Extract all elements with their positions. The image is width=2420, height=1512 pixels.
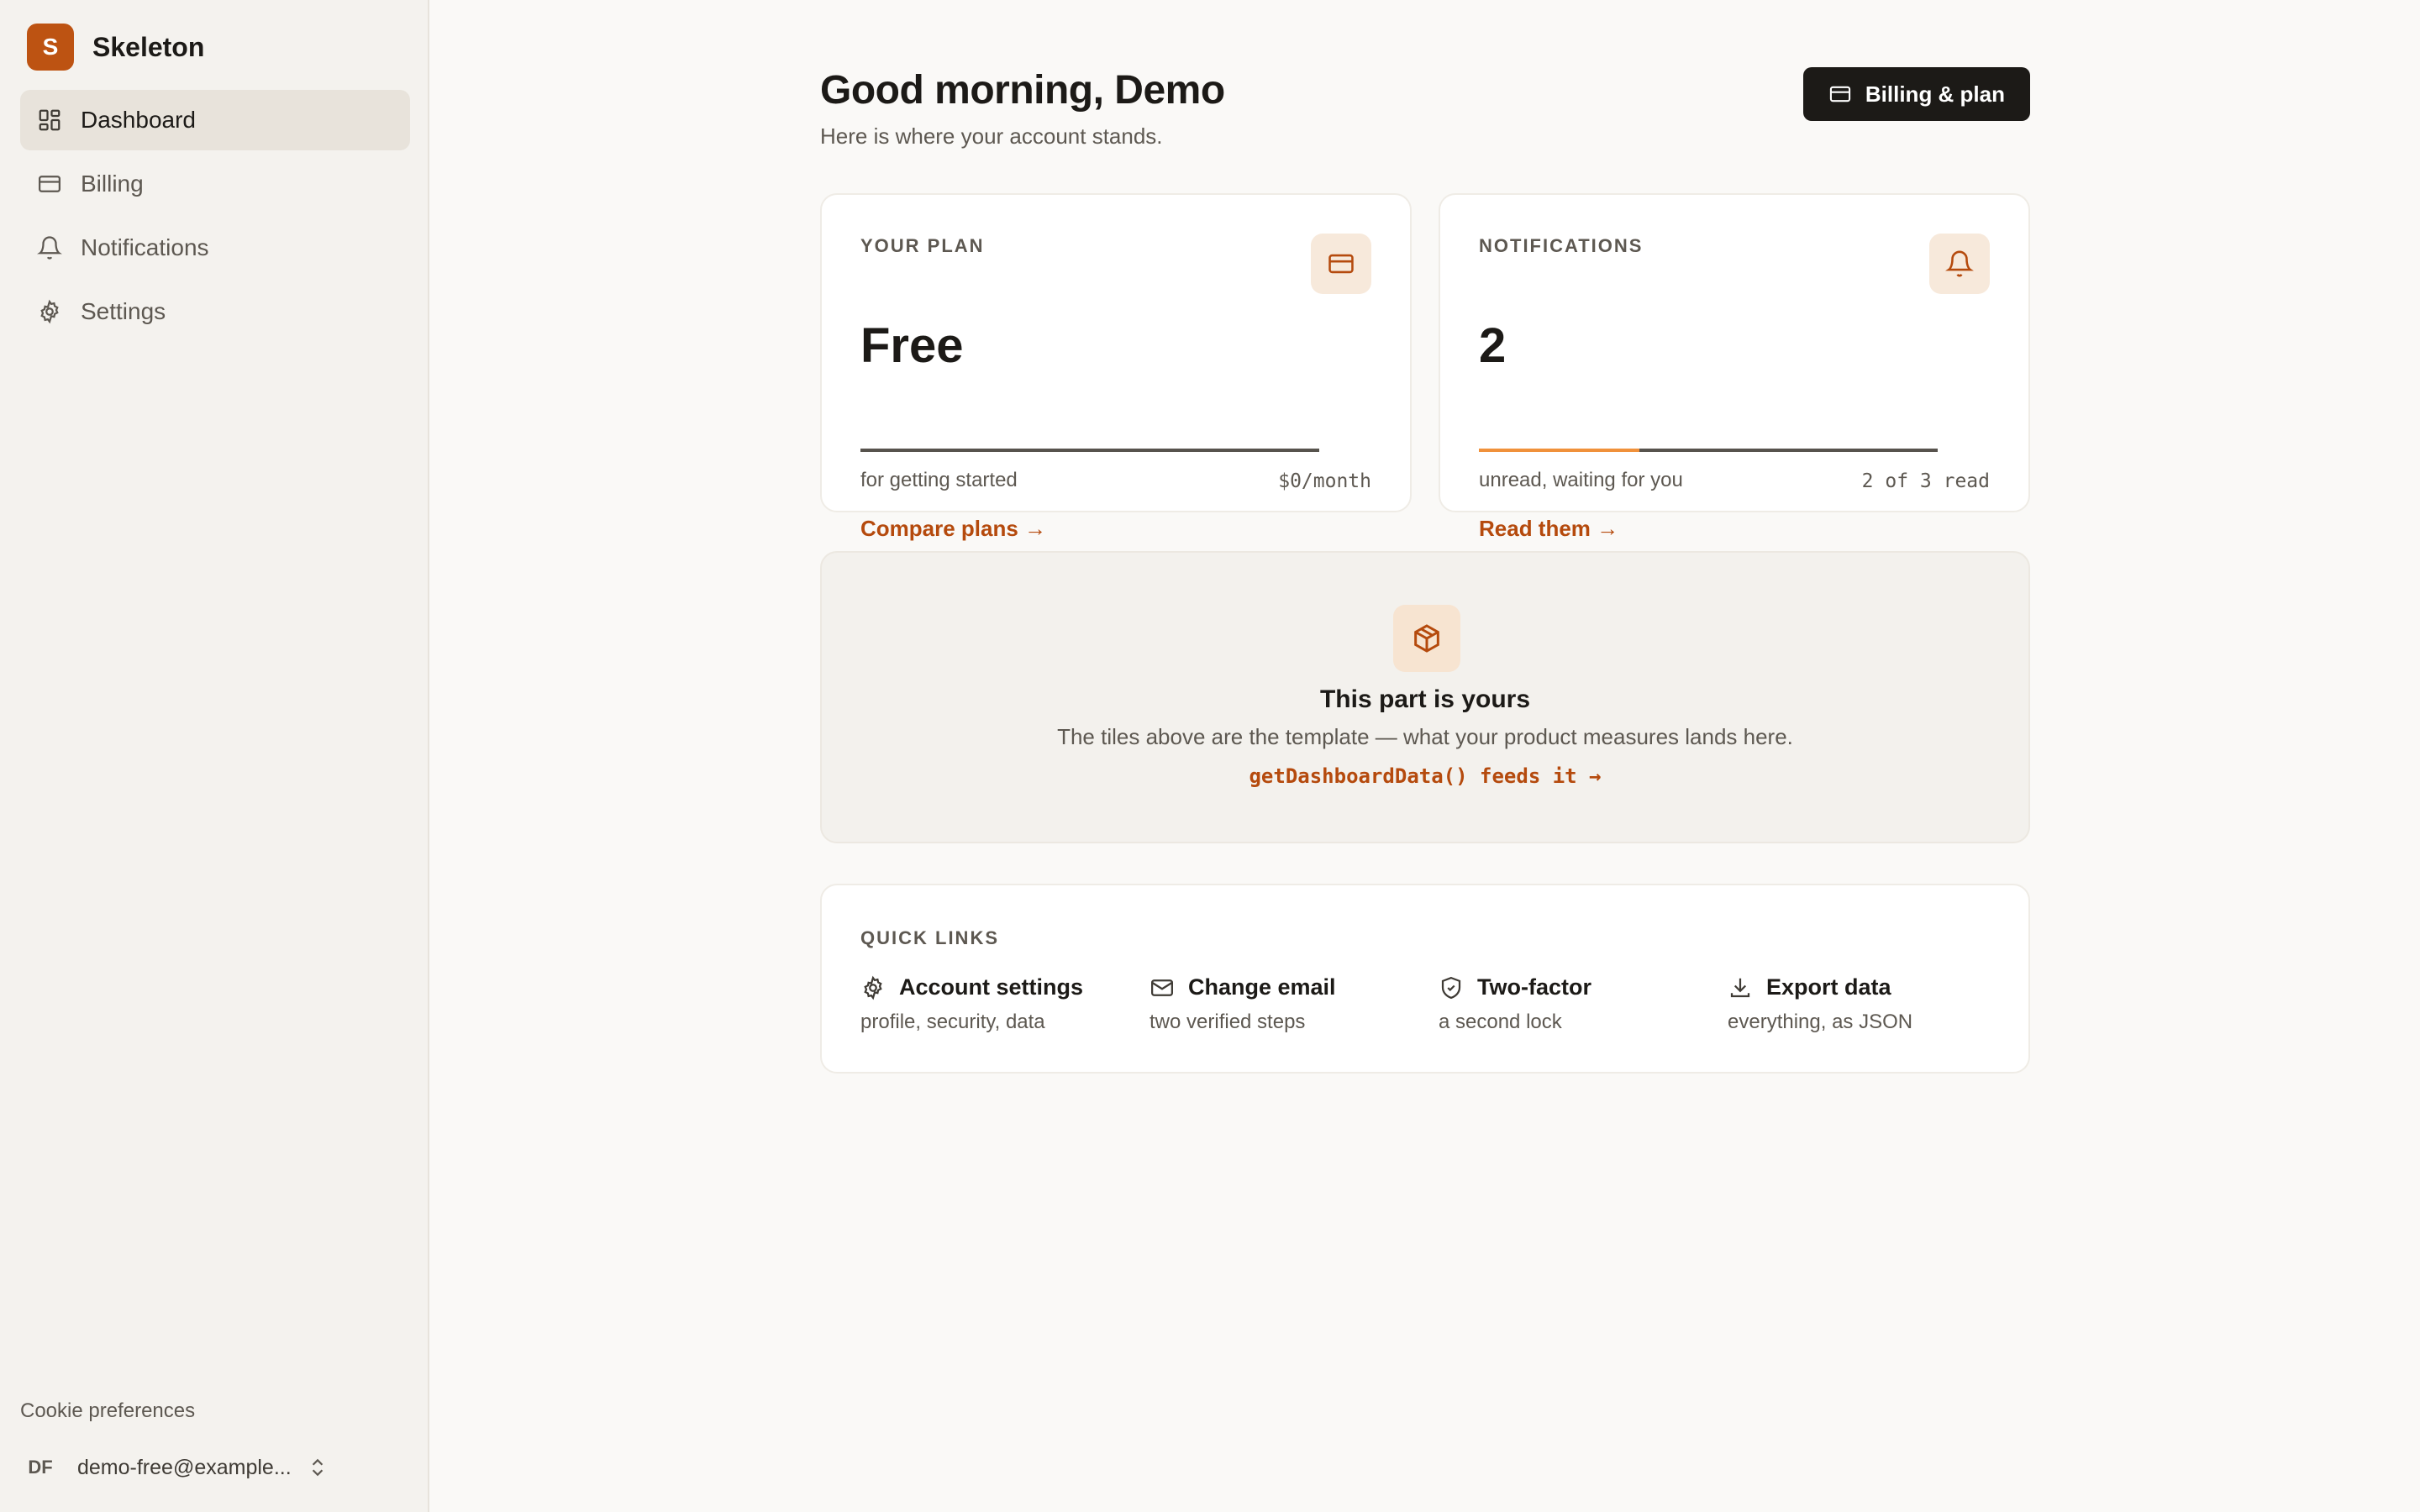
- download-icon: [1730, 978, 1750, 997]
- notifications-description: unread, waiting for you: [1479, 469, 1683, 491]
- billing-plan-button-label: Billing & plan: [1865, 81, 2005, 107]
- sidebar-nav: Dashboard Billing Notifications Settings: [20, 90, 410, 345]
- quick-link-title: Change email: [1188, 974, 1336, 1000]
- quick-links-label: QUICK LINKS: [860, 927, 999, 948]
- billing-plan-button[interactable]: Billing & plan: [1802, 67, 2030, 121]
- page-subtitle: Here is where your account stands.: [820, 123, 1163, 149]
- plan-price: $0/month: [1278, 470, 1371, 492]
- sidebar-item-label: Billing: [81, 171, 144, 197]
- avatar: DF: [28, 1457, 53, 1478]
- compare-plans-link[interactable]: Compare plans →: [860, 516, 1046, 542]
- quick-link-export-data[interactable]: Export data everything, as JSON: [1728, 974, 2005, 1034]
- notifications-progress-fill: [1479, 449, 1640, 452]
- quick-link-subtitle: everything, as JSON: [1728, 1011, 1913, 1033]
- quick-link-title: Account settings: [899, 974, 1084, 1000]
- chevron-up-down-icon: [312, 1458, 323, 1477]
- template-panel: This part is yours The tiles above are t…: [820, 551, 2030, 843]
- plan-card-label: YOUR PLAN: [860, 235, 985, 256]
- sidebar-item-dashboard[interactable]: Dashboard: [20, 90, 410, 150]
- main-content: Good morning, Demo Here is where your ac…: [820, 67, 2030, 1074]
- dashboard-icon: [39, 109, 60, 131]
- sidebar: S Skeleton Dashboard Billing Notificatio…: [0, 0, 429, 1512]
- sidebar-item-notifications[interactable]: Notifications: [20, 218, 410, 278]
- quick-links-card: QUICK LINKS Account settings profile, se…: [820, 884, 2030, 1074]
- cookie-preferences-link[interactable]: Cookie preferences: [20, 1399, 195, 1423]
- notifications-card-label: NOTIFICATIONS: [1479, 235, 1644, 256]
- card-icon: [39, 176, 60, 192]
- sidebar-item-billing[interactable]: Billing: [20, 154, 410, 214]
- template-panel-text: The tiles above are the template — what …: [1057, 724, 1793, 749]
- quick-link-title: Export data: [1766, 974, 1891, 1000]
- brand-name: Skeleton: [92, 31, 205, 62]
- plan-card: YOUR PLAN Free for getting started $0/mo…: [820, 193, 1412, 541]
- sidebar-item-label: Notifications: [81, 234, 209, 260]
- account-email: demo-free@example...: [77, 1455, 292, 1479]
- quick-link-title: Two-factor: [1477, 974, 1591, 1000]
- quick-link-change-email[interactable]: Change email two verified steps: [1150, 974, 1427, 1034]
- sidebar-item-label: Dashboard: [81, 107, 196, 133]
- bell-icon: [37, 236, 62, 260]
- sidebar-item-label: Settings: [81, 298, 166, 324]
- account-switcher[interactable]: DF demo-free@example...: [20, 1446, 348, 1488]
- notifications-card: NOTIFICATIONS 2 unread, waiting for you …: [1439, 193, 2030, 541]
- package-icon: [1414, 624, 1439, 653]
- quick-link-two-factor[interactable]: Two-factor a second lock: [1439, 974, 1716, 1034]
- template-panel-code-link[interactable]: getDashboardData() feeds it →: [822, 764, 2028, 788]
- read-them-link[interactable]: Read them →: [1479, 516, 1618, 542]
- quick-link-subtitle: a second lock: [1439, 1011, 1562, 1033]
- gear-icon: [864, 975, 882, 1000]
- notifications-card-icon-tile: [1929, 234, 1990, 294]
- brand-logo: S: [27, 24, 74, 71]
- template-panel-title: This part is yours: [1319, 685, 1531, 713]
- plan-progress-bar: [860, 449, 1319, 452]
- gear-icon: [40, 299, 59, 324]
- card-icon: [1829, 86, 1851, 102]
- plan-description: for getting started: [860, 469, 1018, 491]
- sidebar-item-settings[interactable]: Settings: [20, 281, 410, 342]
- notifications-read-count: 2 of 3 read: [1861, 470, 1990, 492]
- bell-icon: [1945, 250, 1974, 277]
- package-icon-tile: [1393, 605, 1460, 672]
- quick-link-account-settings[interactable]: Account settings profile, security, data: [860, 974, 1138, 1034]
- plan-card-icon-tile: [1311, 234, 1371, 294]
- summary-cards: YOUR PLAN Free for getting started $0/mo…: [820, 193, 2030, 541]
- card-icon: [1328, 254, 1354, 274]
- mail-icon: [1151, 979, 1173, 996]
- plan-name: Free: [860, 318, 964, 373]
- shield-icon: [1441, 976, 1461, 999]
- notifications-progress-bar: [1479, 449, 1938, 452]
- quick-link-subtitle: profile, security, data: [860, 1011, 1045, 1033]
- brand[interactable]: S Skeleton: [27, 24, 204, 71]
- quick-link-subtitle: two verified steps: [1150, 1011, 1306, 1033]
- unread-count: 2: [1479, 318, 1507, 373]
